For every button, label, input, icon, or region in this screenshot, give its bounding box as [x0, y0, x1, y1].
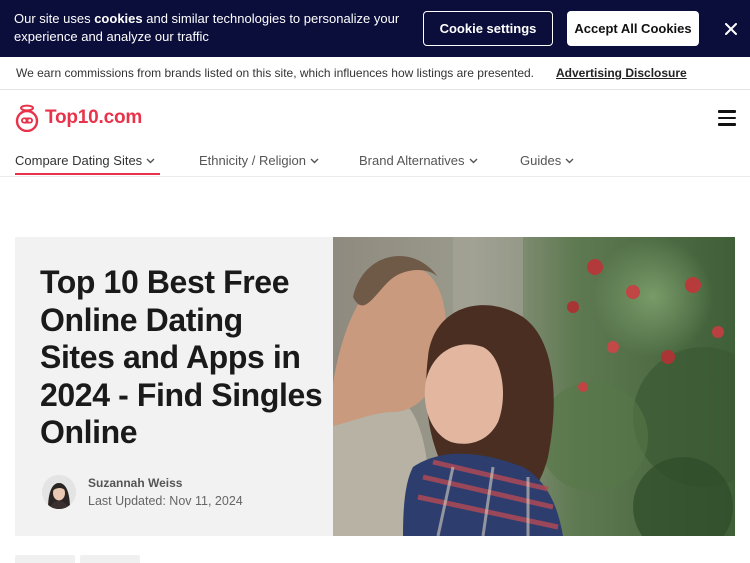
cookie-settings-button[interactable]: Cookie settings	[423, 11, 553, 46]
nav-item-label: Compare Dating Sites	[15, 153, 143, 168]
cookie-message: Our site uses cookies and similar techno…	[14, 11, 400, 44]
tab-stub	[15, 555, 75, 563]
hero-image	[333, 237, 735, 536]
chevron-down-icon	[146, 158, 155, 163]
disclosure-text: We earn commissions from brands listed o…	[16, 66, 535, 80]
hamburger-menu-icon[interactable]	[718, 110, 736, 126]
author-avatar	[42, 475, 76, 509]
author-name[interactable]: Suzannah Weiss	[88, 476, 182, 490]
cookie-banner: Our site uses cookies and similar techno…	[0, 0, 750, 57]
main-nav: Compare Dating Sites Ethnicity / Religio…	[0, 146, 750, 177]
nav-item-compare-dating-sites[interactable]: Compare Dating Sites	[15, 153, 155, 168]
logo-text: Top10.com	[45, 107, 143, 128]
chevron-down-icon	[469, 158, 478, 163]
tab-stub	[80, 555, 140, 563]
chevron-down-icon	[310, 158, 319, 163]
nav-item-brand-alternatives[interactable]: Brand Alternatives	[359, 153, 478, 168]
nav-item-label: Brand Alternatives	[359, 153, 465, 168]
close-icon[interactable]	[720, 18, 742, 40]
cookie-message-bold: cookies	[94, 11, 143, 26]
nav-active-indicator	[15, 173, 160, 175]
logo-mascot-icon	[15, 104, 39, 132]
nav-item-ethnicity-religion[interactable]: Ethnicity / Religion	[199, 153, 319, 168]
site-logo[interactable]: Top10.com	[15, 104, 142, 132]
nav-item-guides[interactable]: Guides	[520, 153, 574, 168]
nav-item-label: Ethnicity / Religion	[199, 153, 306, 168]
last-updated-date: Last Updated: Nov 11, 2024	[88, 494, 243, 508]
nav-item-label: Guides	[520, 153, 562, 168]
page-title: Top 10 Best Free Online Dating Sites and…	[40, 264, 323, 450]
advertising-disclosure-bar: We earn commissions from brands listed o…	[0, 57, 750, 90]
chevron-down-icon	[565, 158, 574, 163]
accept-all-cookies-button[interactable]: Accept All Cookies	[567, 11, 699, 46]
advertising-disclosure-link[interactable]: Advertising Disclosure	[556, 66, 687, 80]
